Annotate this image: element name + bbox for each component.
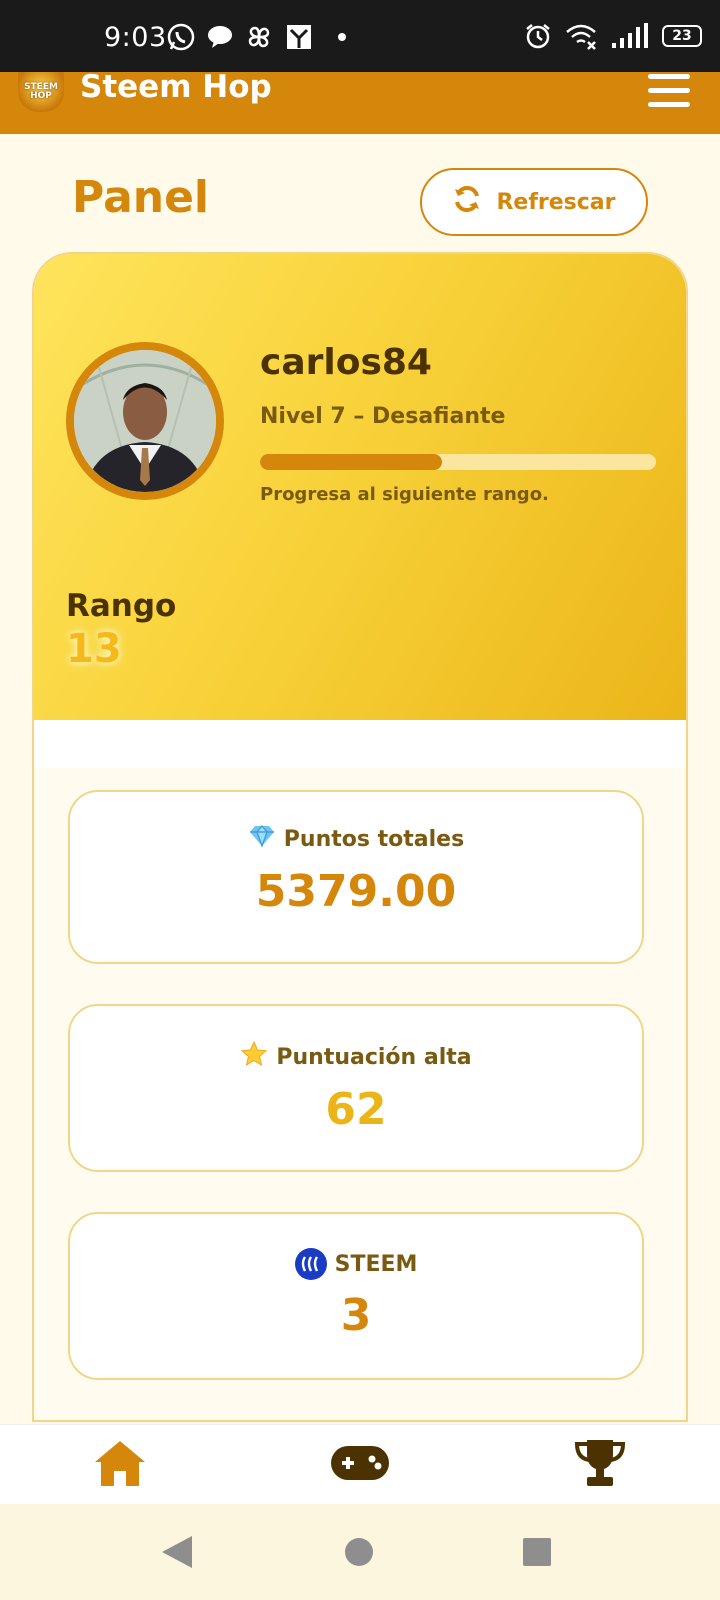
whatsapp-icon bbox=[166, 22, 196, 52]
star-icon bbox=[240, 1040, 268, 1074]
app-header: STEEM HOP Steem Hop bbox=[0, 72, 720, 134]
trophy-icon bbox=[573, 1438, 627, 1492]
nav-games[interactable] bbox=[330, 1439, 390, 1491]
high-score-label: Puntuación alta bbox=[276, 1044, 472, 1070]
level-label: Nivel 7 – Desafiante bbox=[260, 404, 506, 429]
page-title: Panel bbox=[72, 172, 210, 223]
back-button[interactable] bbox=[160, 1534, 194, 1574]
refresh-label: Refrescar bbox=[496, 189, 616, 215]
signal-icon bbox=[610, 22, 650, 50]
dot-icon bbox=[324, 22, 350, 52]
high-score-card: Puntuación alta 62 bbox=[68, 1004, 644, 1172]
stat-label: Puntuación alta bbox=[70, 1040, 642, 1074]
battery-indicator: 23 bbox=[662, 25, 702, 47]
nav-home[interactable] bbox=[90, 1439, 150, 1491]
steem-card: STEEM 3 bbox=[68, 1212, 644, 1380]
system-icons: 23 bbox=[524, 22, 702, 50]
gem-icon bbox=[248, 824, 276, 854]
notification-icons bbox=[166, 22, 350, 52]
hamburger-line bbox=[648, 102, 690, 107]
username: carlos84 bbox=[260, 342, 432, 383]
refresh-icon bbox=[452, 184, 482, 220]
rank-value: 13 bbox=[66, 626, 122, 672]
total-points-card: Puntos totales 5379.00 bbox=[68, 790, 644, 964]
hamburger-line bbox=[648, 88, 690, 93]
rank-progress-bar bbox=[260, 454, 656, 470]
steem-value: 3 bbox=[340, 1290, 372, 1341]
avatar bbox=[66, 342, 224, 500]
steem-icon bbox=[294, 1248, 327, 1280]
rank-label: Rango bbox=[66, 588, 177, 624]
home-icon bbox=[92, 1438, 148, 1492]
total-points-label: Puntos totales bbox=[283, 826, 465, 852]
gamepad-icon bbox=[330, 1445, 390, 1485]
system-navigation bbox=[0, 1504, 720, 1600]
divider bbox=[34, 720, 686, 768]
hamburger-line bbox=[648, 74, 690, 79]
bottom-nav bbox=[0, 1424, 720, 1504]
recents-button[interactable] bbox=[520, 1534, 554, 1574]
stat-label: Puntos totales bbox=[70, 824, 642, 854]
total-points-value: 5379.00 bbox=[255, 866, 457, 917]
stat-label: STEEM bbox=[70, 1248, 642, 1280]
app-icon bbox=[284, 22, 314, 52]
status-time: 9:03 bbox=[104, 22, 167, 53]
profile-panel: carlos84 Nivel 7 – Desafiante Progresa a… bbox=[34, 254, 686, 720]
home-button[interactable] bbox=[342, 1534, 376, 1574]
steem-label: STEEM bbox=[334, 1251, 418, 1277]
refresh-button[interactable]: Refrescar bbox=[420, 168, 648, 236]
chat-icon bbox=[206, 23, 234, 51]
pinwheel-icon bbox=[244, 22, 274, 52]
wifi-icon bbox=[564, 22, 598, 50]
app-logo[interactable]: STEEM HOP bbox=[18, 72, 64, 112]
high-score-value: 62 bbox=[325, 1084, 387, 1135]
progress-hint: Progresa al siguiente rango. bbox=[260, 484, 549, 505]
nav-leaderboard[interactable] bbox=[570, 1439, 630, 1491]
rank-progress-fill bbox=[260, 454, 443, 470]
alarm-icon bbox=[524, 22, 552, 50]
dashboard-card: carlos84 Nivel 7 – Desafiante Progresa a… bbox=[32, 252, 688, 1422]
status-bar: 9:03 23 bbox=[0, 0, 720, 72]
app-title: Steem Hop bbox=[80, 69, 272, 105]
menu-button[interactable] bbox=[648, 72, 690, 107]
